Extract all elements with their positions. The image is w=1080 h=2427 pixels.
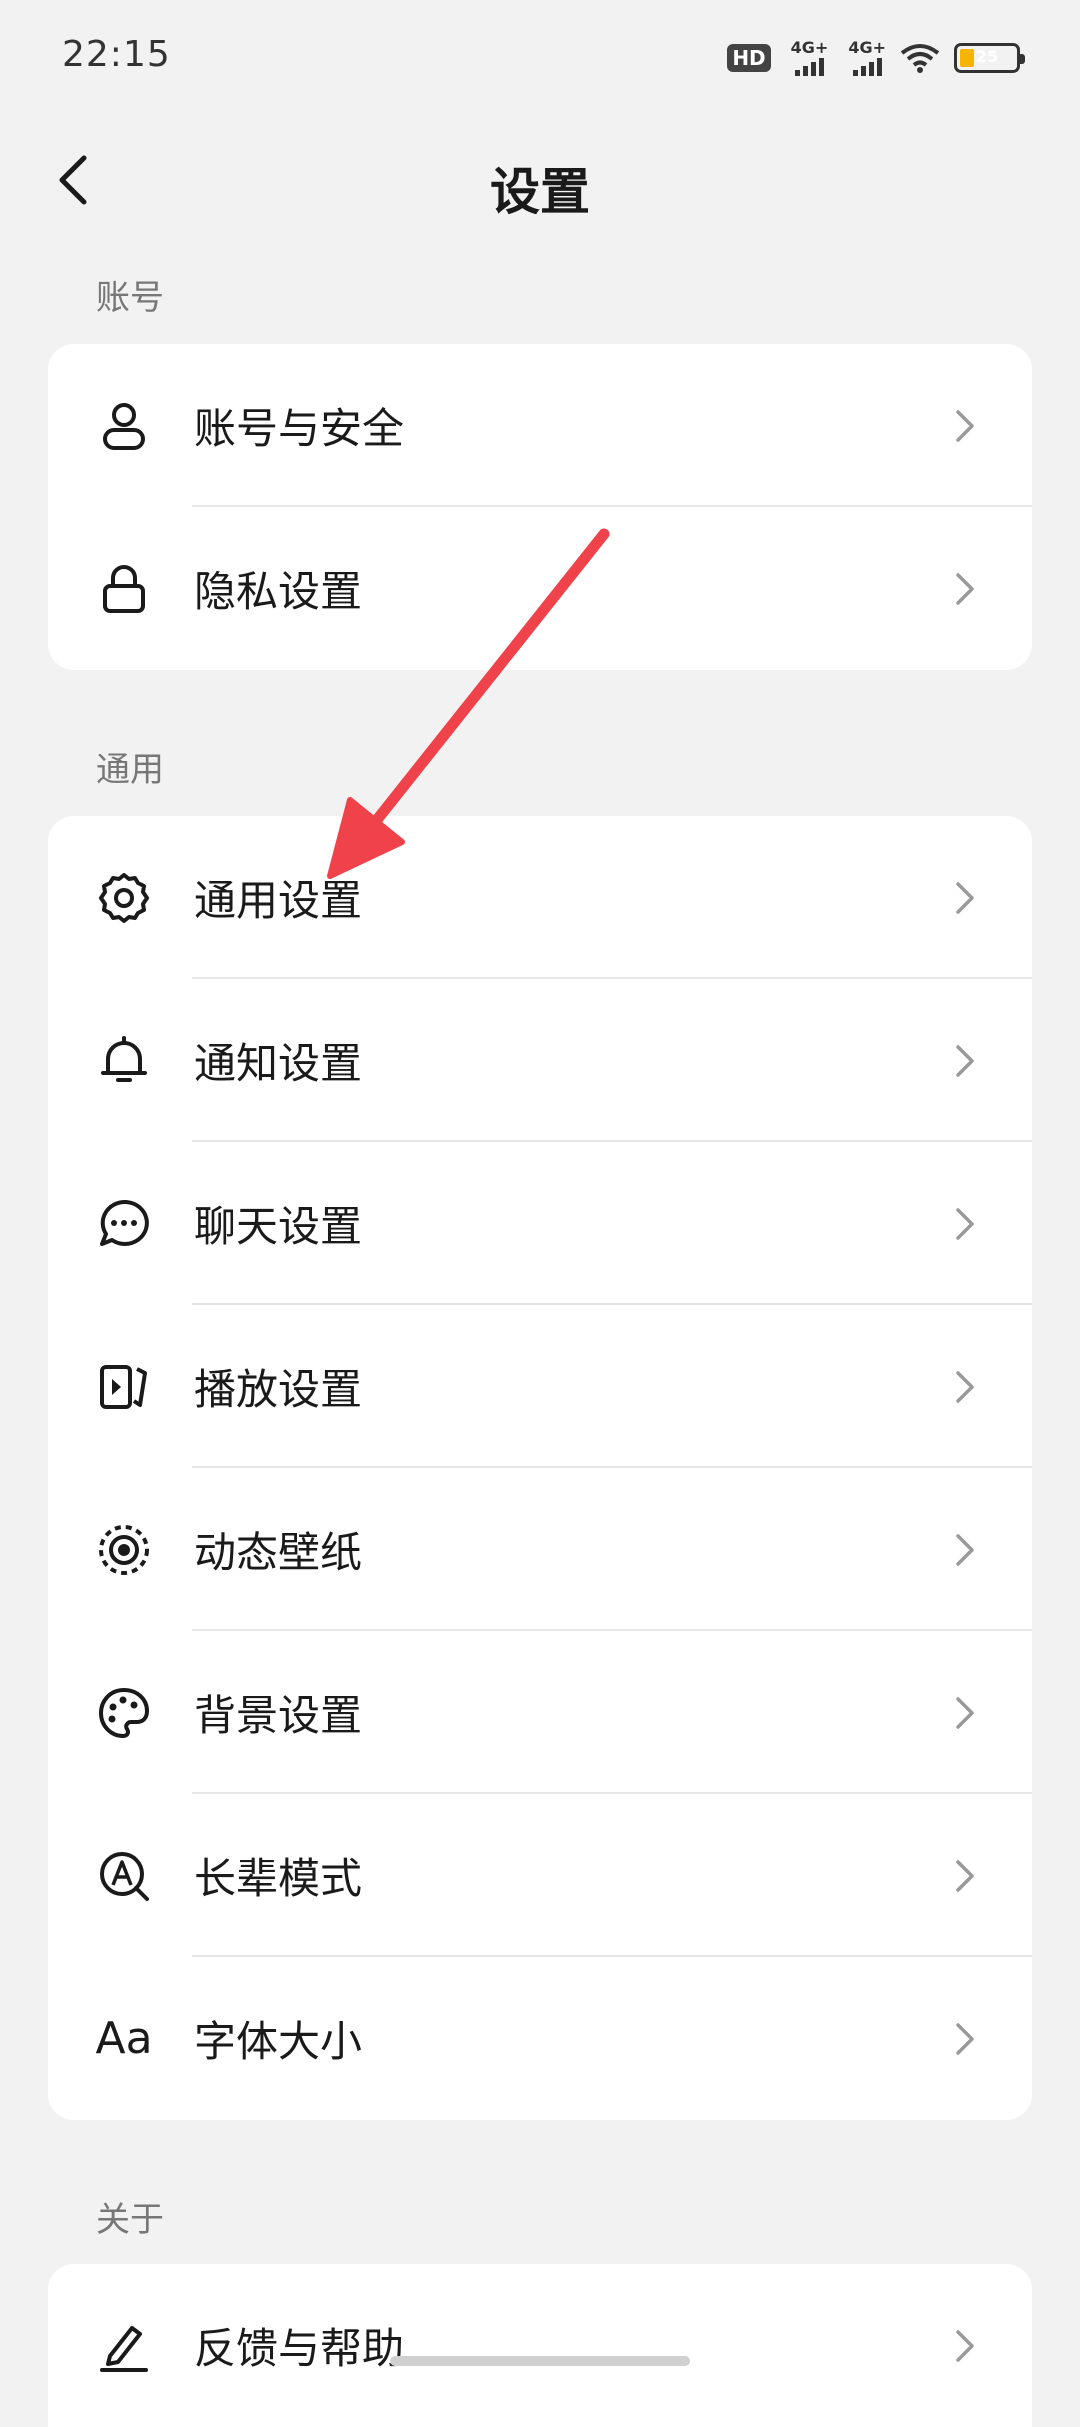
hd-icon: HD [727, 44, 771, 72]
settings-item-label: 隐私设置 [194, 567, 363, 616]
chevron-right-icon [956, 1044, 974, 1077]
chevron-right-icon [956, 409, 974, 442]
status-time: 22:15 [62, 34, 171, 75]
chevron-right-icon [956, 572, 974, 605]
palette-icon [96, 1685, 152, 1741]
section-label-about: 关于 [96, 2200, 164, 2240]
battery-icon: 25 [954, 43, 1025, 73]
settings-item-privacy[interactable]: 隐私设置 [48, 507, 1032, 670]
signal-icon-sim2: 4G+ [848, 40, 886, 76]
card-account: 账号与安全 隐私设置 [48, 344, 1032, 670]
settings-item-label: 字体大小 [194, 2017, 363, 2066]
status-icons: HD 4G+ 4G+ 25 [727, 36, 1025, 80]
card-general: 通用设置 通知设置 聊天设置 播放设置 动态壁纸 背景设置 长辈模式 Aa 字体… [48, 816, 1032, 2120]
settings-item-label: 播放设置 [194, 1365, 363, 1414]
chevron-right-icon [956, 2022, 974, 2055]
chevron-right-icon [956, 1207, 974, 1240]
settings-item-label: 动态壁纸 [194, 1528, 363, 1577]
card-about: 反馈与帮助 [48, 2264, 1032, 2427]
wallpaper-icon [96, 1522, 152, 1578]
settings-item-live-wallpaper[interactable]: 动态壁纸 [48, 1468, 1032, 1631]
font-size-icon: Aa [95, 2013, 153, 2064]
settings-item-label: 通知设置 [194, 1039, 363, 1088]
bell-icon [96, 1033, 152, 1089]
chevron-right-icon [956, 2329, 974, 2362]
section-label-account: 账号 [96, 278, 164, 318]
settings-item-label: 背景设置 [194, 1691, 363, 1740]
home-indicator[interactable] [390, 2356, 690, 2366]
elder-mode-icon [96, 1848, 152, 1904]
chevron-right-icon [956, 1859, 974, 1892]
header: 设置 [0, 130, 1080, 230]
settings-item-feedback[interactable]: 反馈与帮助 [48, 2264, 1032, 2427]
chevron-right-icon [956, 1370, 974, 1403]
signal-icon-sim1: 4G+ [790, 38, 829, 76]
play-icon [96, 1359, 152, 1415]
chevron-right-icon [956, 1696, 974, 1729]
lock-icon [96, 561, 152, 617]
settings-item-general[interactable]: 通用设置 [48, 816, 1032, 979]
chevron-right-icon [956, 1533, 974, 1566]
settings-item-playback[interactable]: 播放设置 [48, 1305, 1032, 1468]
sim2-label: 4G+ [848, 38, 886, 57]
settings-item-account-security[interactable]: 账号与安全 [48, 344, 1032, 507]
status-bar: 22:15 HD 4G+ 4G+ 25 [0, 0, 1080, 120]
gear-icon [96, 870, 152, 926]
page-title: 设置 [490, 163, 590, 221]
settings-item-font-size[interactable]: Aa 字体大小 [48, 1957, 1032, 2120]
section-label-general: 通用 [96, 750, 164, 790]
hd-label: HD [732, 46, 766, 70]
user-icon [96, 398, 152, 454]
settings-item-label: 长辈模式 [194, 1854, 363, 1903]
settings-item-label: 通用设置 [194, 876, 363, 925]
settings-item-background[interactable]: 背景设置 [48, 1631, 1032, 1794]
battery-level: 25 [975, 47, 999, 66]
settings-item-label: 聊天设置 [194, 1202, 363, 1251]
chevron-right-icon [956, 881, 974, 914]
settings-item-elder-mode[interactable]: 长辈模式 [48, 1794, 1032, 1957]
settings-item-chat[interactable]: 聊天设置 [48, 1142, 1032, 1305]
chat-icon [96, 1196, 152, 1252]
settings-item-label: 账号与安全 [194, 404, 405, 453]
settings-item-notification[interactable]: 通知设置 [48, 979, 1032, 1142]
settings-item-label: 反馈与帮助 [194, 2324, 405, 2373]
wifi-icon [900, 43, 940, 73]
pen-icon [96, 2318, 152, 2374]
sim1-label: 4G+ [790, 38, 829, 57]
